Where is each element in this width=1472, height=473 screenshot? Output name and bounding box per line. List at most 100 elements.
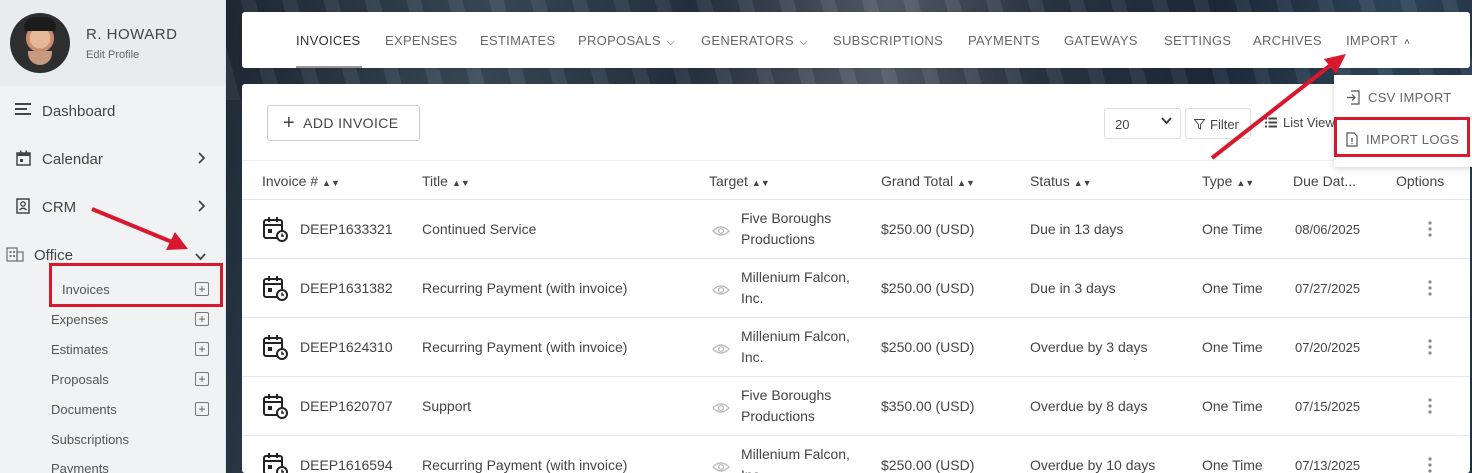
invoice-grand-total: $350.00 (USD) [881, 398, 975, 414]
invoice-target[interactable]: Millenium Falcon, Inc. [741, 267, 866, 309]
tab-generators[interactable]: GENERATORS ⌵ [701, 33, 808, 48]
invoice-type: One Time [1202, 457, 1263, 473]
add-proposal-plus-icon[interactable]: + [195, 372, 209, 386]
invoice-number[interactable]: DEEP1631382 [300, 280, 393, 296]
edit-profile-link[interactable]: Edit Profile [86, 49, 177, 61]
sidebar-item-label: Calendar [42, 150, 103, 168]
tab-import[interactable]: IMPORT ˄ [1346, 33, 1410, 48]
add-document-plus-icon[interactable]: + [195, 402, 209, 416]
sidebar-subitem-label: Payments [51, 460, 109, 473]
add-estimate-plus-icon[interactable]: + [195, 342, 209, 356]
sidebar-subitem-label: Proposals [51, 371, 109, 387]
more-options-icon[interactable] [1428, 280, 1432, 296]
add-invoice-label: ADD INVOICE [303, 115, 399, 131]
column-header-label: Status [1030, 173, 1070, 189]
highlight-box-invoices [49, 263, 223, 307]
invoice-number[interactable]: DEEP1624310 [300, 339, 393, 355]
invoice-calendar-icon [262, 393, 288, 419]
invoice-status: Overdue by 8 days [1030, 398, 1148, 414]
sidebar-subitem-estimates[interactable]: Estimates + [51, 337, 211, 361]
tab-archives[interactable]: ARCHIVES [1253, 33, 1322, 48]
invoice-target[interactable]: Millenium Falcon, Inc. [741, 326, 866, 368]
eye-icon[interactable] [712, 342, 730, 354]
invoice-title: Recurring Payment (with invoice) [422, 280, 628, 296]
tab-payments[interactable]: PAYMENTS [968, 33, 1040, 48]
column-header-label: Invoice # [262, 173, 319, 189]
chevron-down-icon [195, 248, 206, 264]
sidebar-item-label: CRM [42, 198, 77, 216]
top-navigation: INVOICES EXPENSES ESTIMATES PROPOSALS ⌵ G… [242, 12, 1470, 68]
invoice-number[interactable]: DEEP1633321 [300, 221, 393, 237]
tab-gateways[interactable]: GATEWAYS [1064, 33, 1138, 48]
more-options-icon[interactable] [1428, 221, 1432, 237]
avatar[interactable] [10, 13, 70, 73]
eye-icon[interactable] [712, 460, 730, 472]
invoice-target[interactable]: Millenium Falcon, Inc. [741, 444, 866, 473]
eye-icon[interactable] [712, 224, 730, 236]
plus-icon: + [283, 111, 296, 134]
column-header-invoice[interactable]: Invoice # ▲▼ [262, 173, 340, 189]
invoice-number[interactable]: DEEP1616594 [300, 457, 393, 473]
tab-expenses[interactable]: EXPENSES [385, 33, 457, 48]
invoice-target[interactable]: Five Boroughs Productions [741, 385, 866, 427]
sidebar-subitem-documents[interactable]: Documents + [51, 397, 211, 421]
list-view-button[interactable]: List View [1255, 108, 1340, 139]
invoice-status: Due in 3 days [1030, 280, 1116, 296]
menu-item-csv-import[interactable]: CSV IMPORT [1334, 77, 1472, 117]
invoice-title: Continued Service [422, 221, 537, 237]
more-options-icon[interactable] [1428, 398, 1432, 414]
sidebar-item-dashboard[interactable]: Dashboard [0, 91, 226, 131]
invoice-calendar-icon [262, 275, 288, 301]
invoice-status: Overdue by 3 days [1030, 339, 1148, 355]
column-header-grand-total[interactable]: Grand Total ▲▼ [881, 173, 975, 189]
import-icon [1347, 89, 1360, 105]
tab-invoices[interactable]: INVOICES [296, 33, 361, 48]
sidebar-subitem-label: Expenses [51, 311, 109, 327]
table-row[interactable]: DEEP1631382 Recurring Payment (with invoi… [242, 259, 1470, 318]
invoice-number[interactable]: DEEP1620707 [300, 398, 393, 414]
sort-icon: ▲▼ [1236, 178, 1255, 188]
column-header-title[interactable]: Title ▲▼ [422, 173, 470, 189]
more-options-icon[interactable] [1428, 457, 1432, 473]
table-row[interactable]: DEEP1620707 Support Five Boroughs Producti… [242, 377, 1470, 436]
tab-proposals[interactable]: PROPOSALS ⌵ [578, 33, 675, 48]
column-header-due-date[interactable]: Due Dat... [1293, 173, 1356, 189]
sidebar-subitem-subscriptions[interactable]: Subscriptions [51, 427, 211, 451]
sidebar-item-crm[interactable]: CRM [0, 187, 226, 227]
eye-icon[interactable] [712, 401, 730, 413]
invoice-calendar-icon [262, 334, 288, 360]
more-options-icon[interactable] [1428, 339, 1432, 355]
invoice-type: One Time [1202, 339, 1263, 355]
sidebar-item-calendar[interactable]: Calendar [0, 139, 226, 179]
menu-item-label: CSV IMPORT [1368, 89, 1452, 105]
table-row[interactable]: DEEP1633321 Continued Service Five Borough… [242, 200, 1470, 259]
eye-icon[interactable] [712, 283, 730, 295]
sidebar-subitem-proposals[interactable]: Proposals + [51, 367, 211, 391]
column-header-label: Title [422, 173, 448, 189]
add-invoice-button[interactable]: + ADD INVOICE [267, 105, 420, 141]
table-header: Invoice # ▲▼ Title ▲▼ Target ▲▼ Grand Total… [242, 160, 1470, 200]
sort-icon: ▲▼ [751, 178, 770, 188]
column-header-type[interactable]: Type ▲▼ [1202, 173, 1254, 189]
tab-estimates[interactable]: ESTIMATES [480, 33, 555, 48]
invoice-due-date: 07/27/2025 [1295, 281, 1361, 296]
column-header-status[interactable]: Status ▲▼ [1030, 173, 1092, 189]
table-row[interactable]: DEEP1616594 Recurring Payment (with invoi… [242, 436, 1470, 473]
column-header-label: Target [709, 173, 748, 189]
sidebar-subitem-expenses[interactable]: Expenses + [51, 307, 211, 331]
invoice-title: Recurring Payment (with invoice) [422, 339, 628, 355]
invoice-due-date: 07/13/2025 [1295, 458, 1361, 473]
tab-subscriptions[interactable]: SUBSCRIPTIONS [833, 33, 943, 48]
list-icon [1265, 117, 1277, 128]
tab-label: IMPORT [1346, 33, 1399, 48]
invoice-target[interactable]: Five Boroughs Productions [741, 208, 866, 250]
sidebar-subitem-payments[interactable]: Payments [51, 456, 211, 473]
filter-button[interactable]: Filter [1185, 108, 1251, 139]
tab-settings[interactable]: SETTINGS [1164, 33, 1231, 48]
table-row[interactable]: DEEP1624310 Recurring Payment (with invoi… [242, 318, 1470, 377]
column-header-target[interactable]: Target ▲▼ [709, 173, 770, 189]
per-page-select[interactable]: 20 [1104, 108, 1181, 139]
invoice-type: One Time [1202, 221, 1263, 237]
add-expense-plus-icon[interactable]: + [195, 312, 209, 326]
chevron-right-icon [198, 199, 206, 215]
